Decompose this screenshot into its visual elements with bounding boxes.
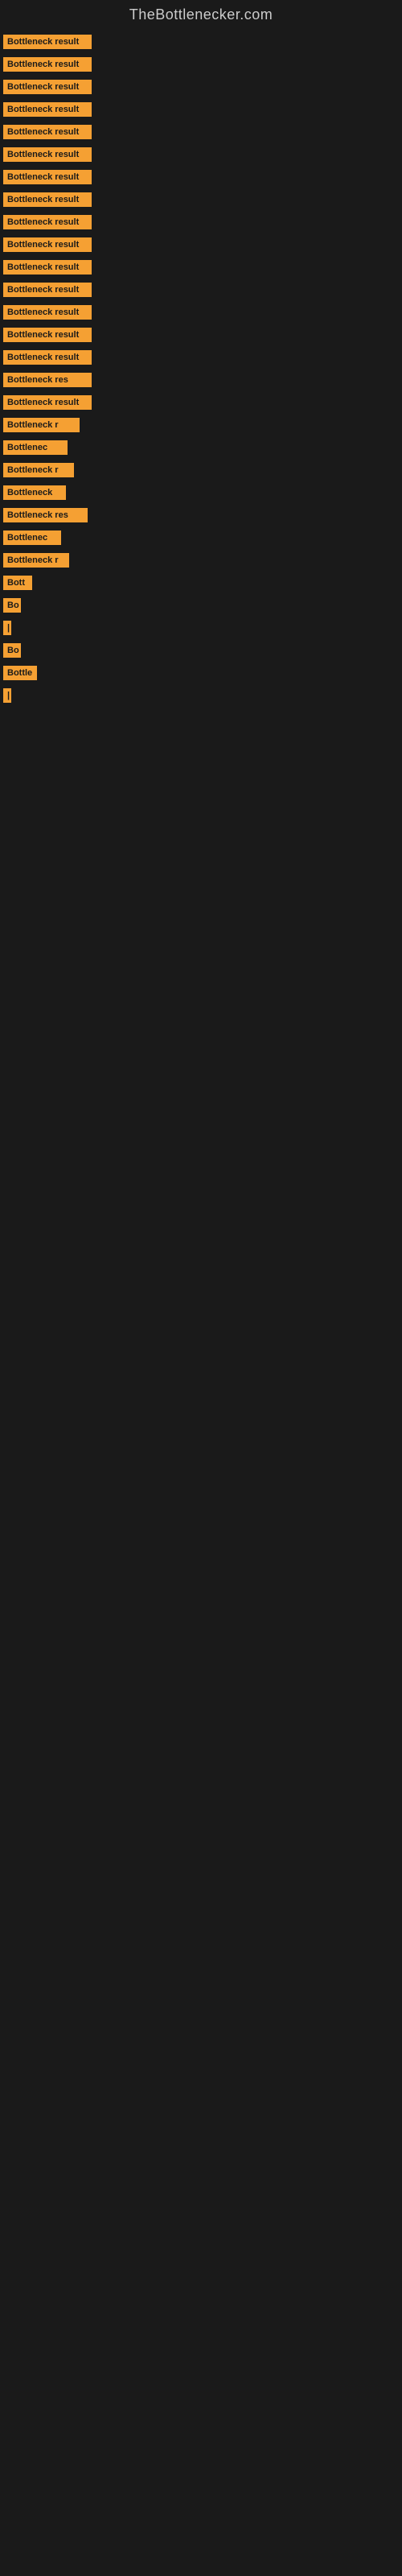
bar-label: Bottleneck result [3,57,92,72]
bar-label: Bottleneck result [3,102,92,117]
bar-row: Bo [0,643,402,658]
bar-row: Bottleneck result [0,305,402,320]
bar-row: Bottleneck result [0,260,402,275]
bar-row: Bottleneck [0,485,402,500]
bar-label: Bottleneck result [3,395,92,410]
bar-row: Bottleneck result [0,192,402,207]
bar-row: Bottleneck res [0,373,402,387]
bar-row: Bottlenec [0,440,402,455]
bar-label: Bottleneck result [3,215,92,229]
bar-label: Bottleneck result [3,305,92,320]
bar-label: Bottleneck result [3,283,92,297]
bar-label: Bottleneck res [3,373,92,387]
bar-label: Bottleneck result [3,147,92,162]
bar-row: Bottleneck result [0,125,402,139]
bars-container: Bottleneck result Bottleneck result Bottle… [0,27,402,703]
bar-row: Bottleneck result [0,395,402,410]
bar-row: Bottle [0,666,402,680]
bar-label: | [3,621,11,635]
bar-row: Bottleneck result [0,170,402,184]
bar-label: Bottleneck result [3,80,92,94]
bar-row: Bottlenec [0,530,402,545]
bar-row: Bottleneck res [0,508,402,522]
bar-row: Bottleneck result [0,283,402,297]
bar-row: Bottleneck result [0,102,402,117]
bar-label: Bo [3,598,21,613]
bar-label: | [3,688,11,703]
bar-row: Bottleneck r [0,463,402,477]
bar-row: Bottleneck result [0,57,402,72]
bar-label: Bott [3,576,32,590]
bar-row: Bottleneck result [0,328,402,342]
bar-label: Bottleneck r [3,418,80,432]
bar-label: Bottleneck result [3,170,92,184]
bar-label: Bottlenec [3,530,61,545]
bar-label: Bottleneck result [3,192,92,207]
bar-row: | [0,621,402,635]
bar-row: Bottleneck result [0,350,402,365]
bar-row: Bo [0,598,402,613]
bar-label: Bottlenec [3,440,68,455]
bar-label: Bottleneck result [3,237,92,252]
bar-label: Bottleneck r [3,553,69,568]
bar-label: Bottleneck result [3,125,92,139]
bar-row: Bottleneck r [0,553,402,568]
bar-row: Bott [0,576,402,590]
bar-row: Bottleneck r [0,418,402,432]
bar-label: Bottleneck r [3,463,74,477]
bar-label: Bottleneck [3,485,66,500]
bar-label: Bo [3,643,21,658]
bar-label: Bottleneck result [3,328,92,342]
site-title: TheBottlenecker.com [0,0,402,27]
bar-label: Bottleneck result [3,260,92,275]
bar-label: Bottle [3,666,37,680]
bar-row: Bottleneck result [0,237,402,252]
bar-row: Bottleneck result [0,215,402,229]
bar-row: Bottleneck result [0,80,402,94]
bar-label: Bottleneck result [3,350,92,365]
bar-label: Bottleneck result [3,35,92,49]
bar-row: Bottleneck result [0,147,402,162]
bar-label: Bottleneck res [3,508,88,522]
bar-row: Bottleneck result [0,35,402,49]
bar-row: | [0,688,402,703]
